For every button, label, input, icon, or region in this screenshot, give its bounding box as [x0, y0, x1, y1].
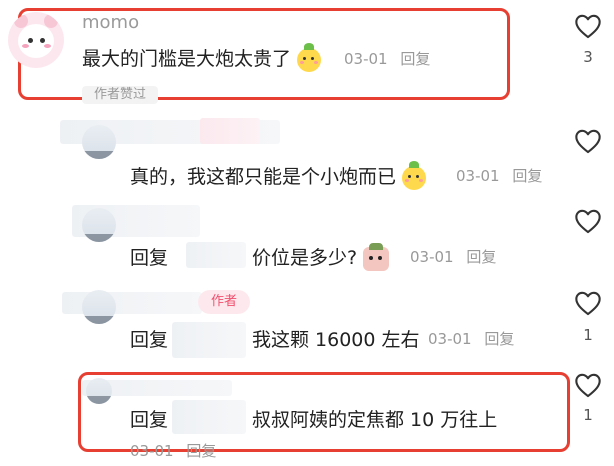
comment-date: 03-01 [344, 50, 388, 68]
comment-text: 最大的门槛是大炮太贵了 [82, 42, 322, 72]
avatar[interactable] [82, 125, 116, 159]
reply-prefix: 回复 [130, 247, 169, 269]
heart-outline-icon[interactable] [574, 13, 602, 39]
comment-text: 回复 [130, 325, 168, 352]
comment-meta: 03-01 回复 [456, 165, 542, 186]
avatar[interactable] [86, 378, 112, 404]
reply-button[interactable]: 回复 [186, 442, 216, 460]
blurred-region [200, 118, 260, 144]
chick-emoji-icon [402, 160, 427, 190]
comment-date: 03-01 [428, 330, 472, 348]
heart-outline-icon[interactable] [574, 290, 602, 316]
comment-text: 我这颗 16000 左右 [252, 325, 420, 352]
sticker-emoji-icon [363, 242, 390, 271]
avatar[interactable] [8, 12, 64, 68]
reply-button[interactable]: 回复 [400, 50, 430, 68]
comment-meta: 03-01 回复 [344, 48, 430, 69]
comment-meta: 03-01 回复 [428, 328, 514, 349]
like-count: 1 [583, 326, 593, 344]
comment-text-content: 我这颗 16000 左右 [252, 329, 420, 351]
comment-text-content: 叔叔阿姨的定焦都 10 万往上 [252, 409, 498, 431]
like-count: 3 [583, 48, 593, 66]
comment-text: 价位是多少? [252, 242, 390, 271]
reply-button[interactable]: 回复 [512, 167, 542, 185]
comment-text-content: 最大的门槛是大炮太贵了 [82, 48, 292, 70]
comment-text-content: 真的，我这都只能是个小炮而已 [130, 166, 397, 188]
chick-emoji-icon [297, 42, 322, 72]
heart-outline-icon[interactable] [574, 372, 602, 398]
blurred-mention [186, 242, 246, 268]
comment-date: 03-01 [130, 442, 174, 460]
reply-button[interactable]: 回复 [484, 330, 514, 348]
comment-meta: 03-01 回复 [130, 440, 216, 461]
comment-text: 回复 [130, 405, 168, 432]
avatar[interactable] [82, 208, 116, 242]
reply-prefix: 回复 [130, 409, 169, 431]
comment-text: 叔叔阿姨的定焦都 10 万往上 [252, 405, 497, 432]
avatar[interactable] [82, 290, 116, 324]
like-count: 1 [583, 406, 593, 424]
comment-text-content: 价位是多少? [252, 247, 358, 269]
comment-text: 真的，我这都只能是个小炮而已 [130, 160, 427, 190]
comment-meta: 03-01 回复 [410, 246, 496, 267]
reply-prefix: 回复 [130, 329, 169, 351]
author-liked-badge: 作者赞过 [82, 86, 158, 104]
author-tag: 作者 [198, 290, 250, 314]
comment-date: 03-01 [456, 167, 500, 185]
blurred-mention [172, 400, 246, 434]
blurred-mention [172, 322, 246, 358]
heart-outline-icon[interactable] [574, 208, 602, 234]
heart-outline-icon[interactable] [574, 128, 602, 154]
reply-button[interactable]: 回复 [466, 248, 496, 266]
username[interactable]: momo [82, 12, 139, 33]
comment-date: 03-01 [410, 248, 454, 266]
